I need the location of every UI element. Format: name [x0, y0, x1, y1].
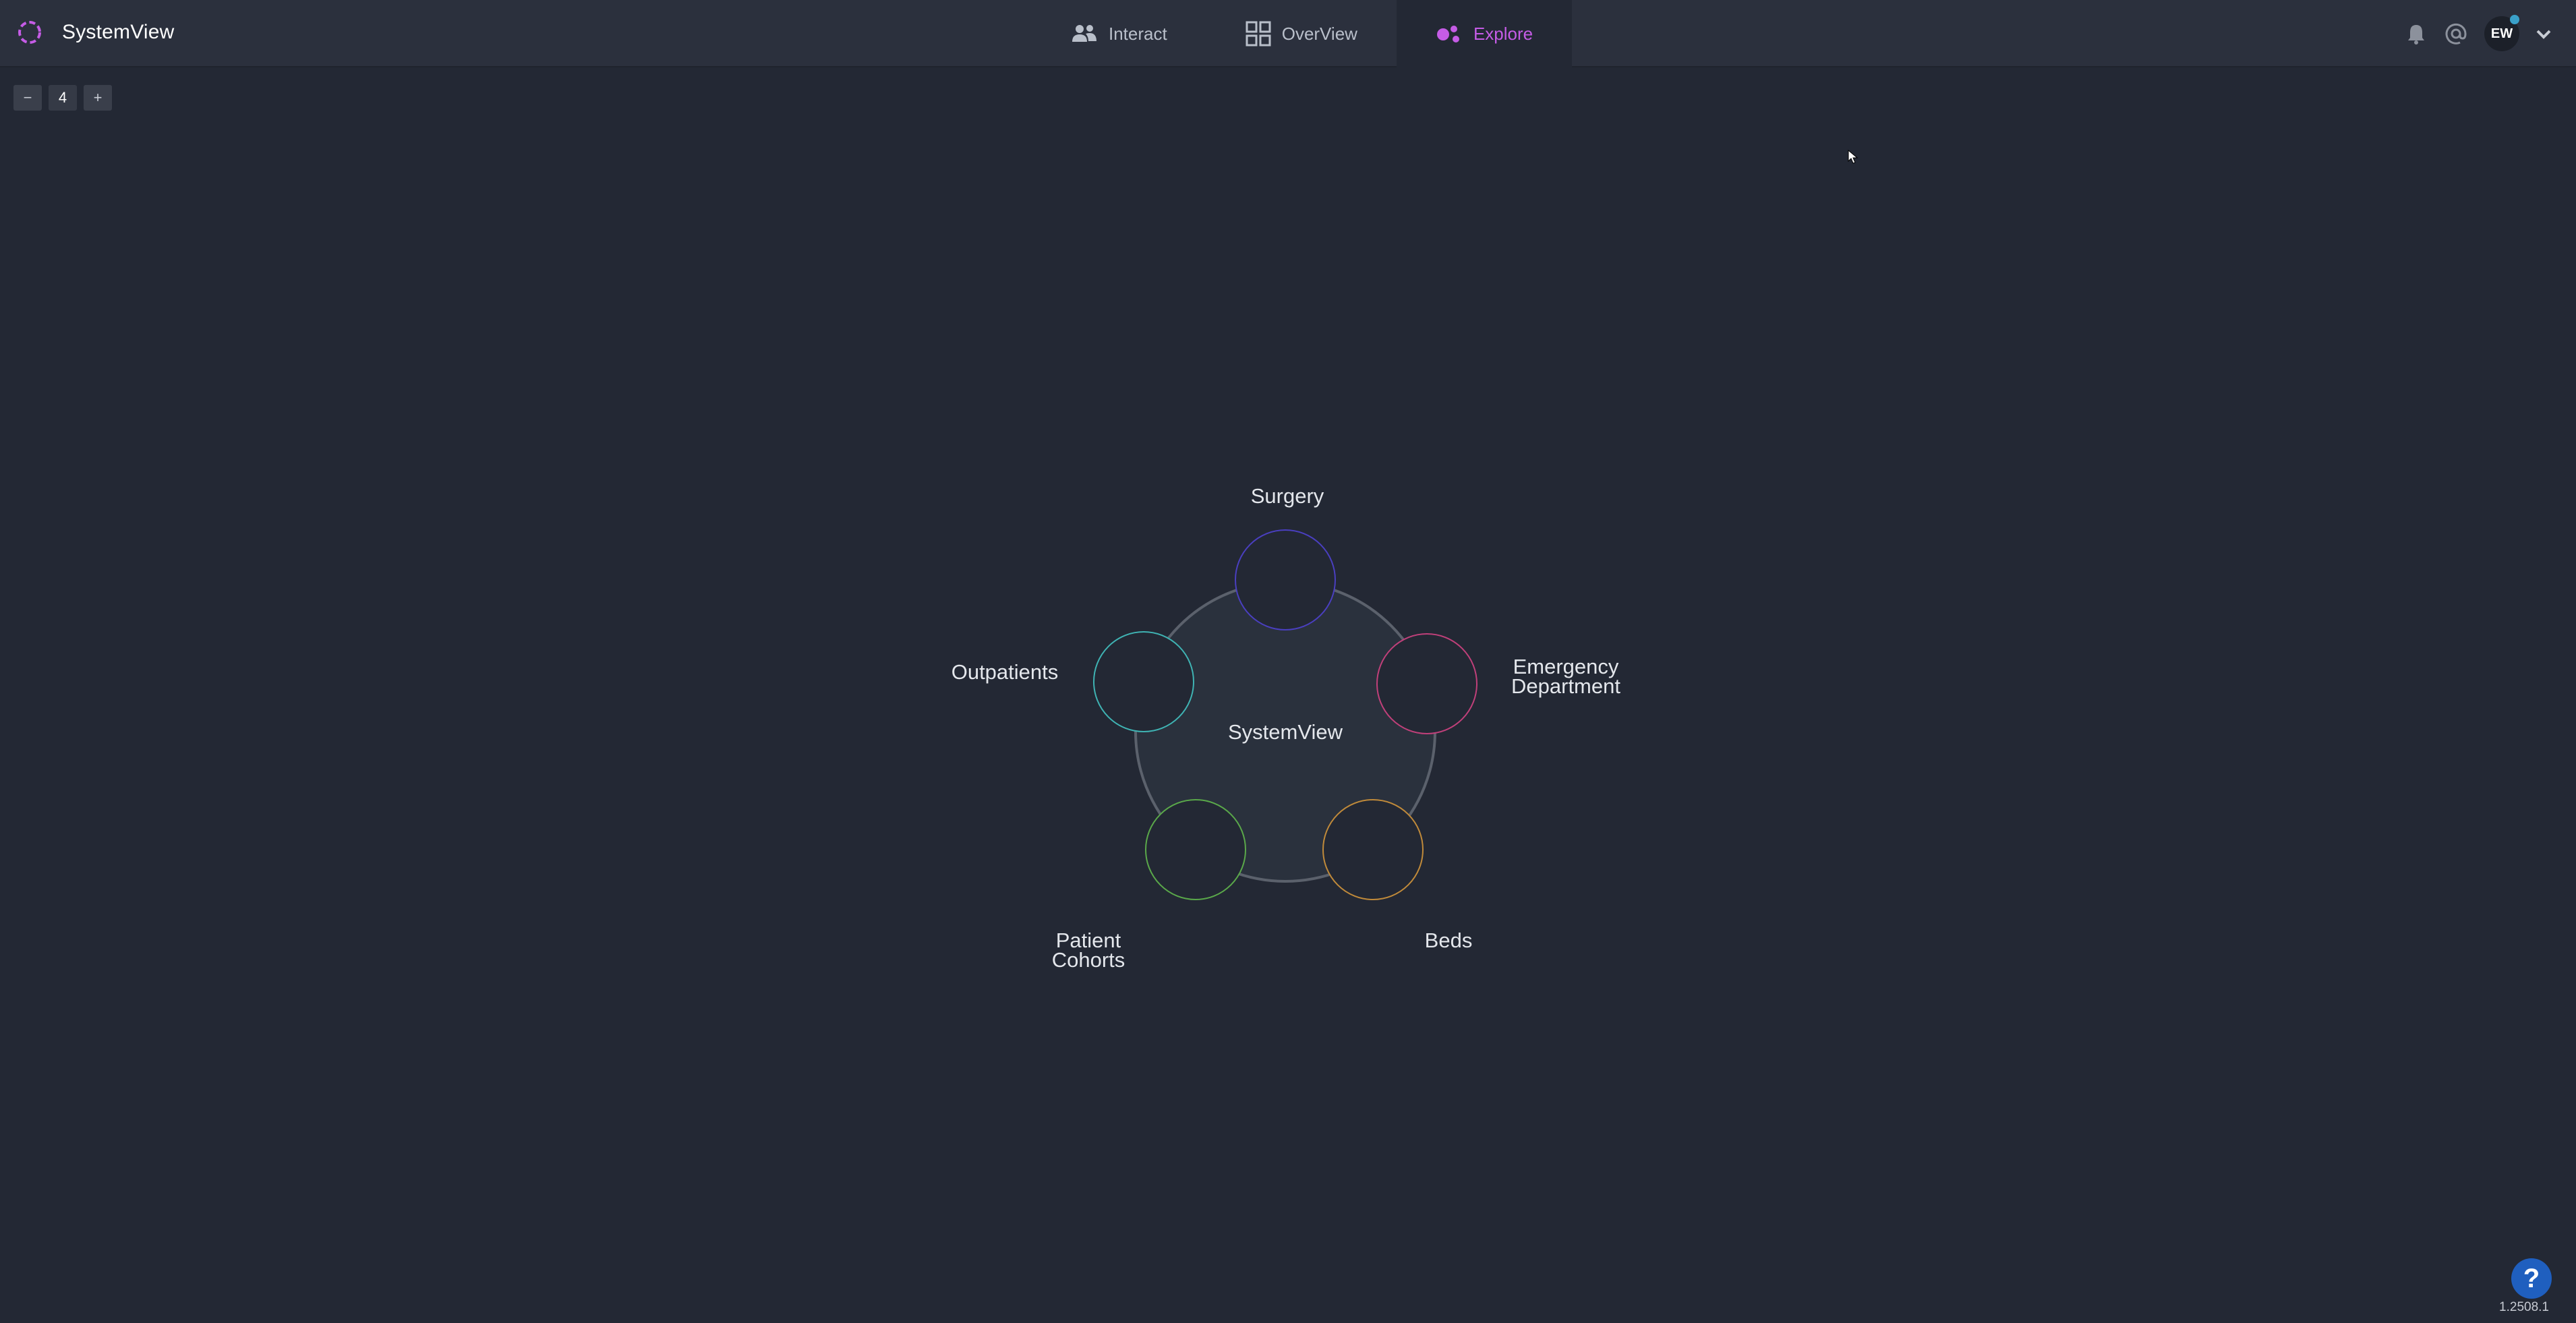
center-label: SystemView [1228, 720, 1343, 744]
help-button[interactable]: ? [2511, 1258, 2552, 1299]
node-emergency-department-circle [1376, 633, 1477, 734]
node-surgery-circle [1235, 529, 1336, 630]
node-patient-cohorts[interactable]: Patient Cohorts [1052, 799, 1246, 972]
node-outpatients-label: Outpatients [952, 660, 1059, 684]
node-outpatients[interactable]: Outpatients [952, 631, 1194, 732]
version-label: 1.2508.1 [2499, 1300, 2549, 1314]
system-graph: SystemView Surgery Emergency Department … [952, 484, 1621, 972]
node-patient-cohorts-circle [1145, 799, 1246, 900]
node-beds-label: Beds [1425, 929, 1473, 952]
node-outpatients-circle [1093, 631, 1194, 732]
node-patient-cohorts-label-line2: Cohorts [1052, 948, 1125, 972]
node-emergency-department[interactable]: Emergency Department [1376, 633, 1620, 734]
node-surgery[interactable]: Surgery [1235, 484, 1336, 630]
node-surgery-label: Surgery [1251, 484, 1324, 508]
node-beds-circle [1322, 799, 1424, 900]
node-emergency-department-label-line2: Department [1511, 674, 1620, 698]
node-beds[interactable]: Beds [1322, 799, 1473, 952]
